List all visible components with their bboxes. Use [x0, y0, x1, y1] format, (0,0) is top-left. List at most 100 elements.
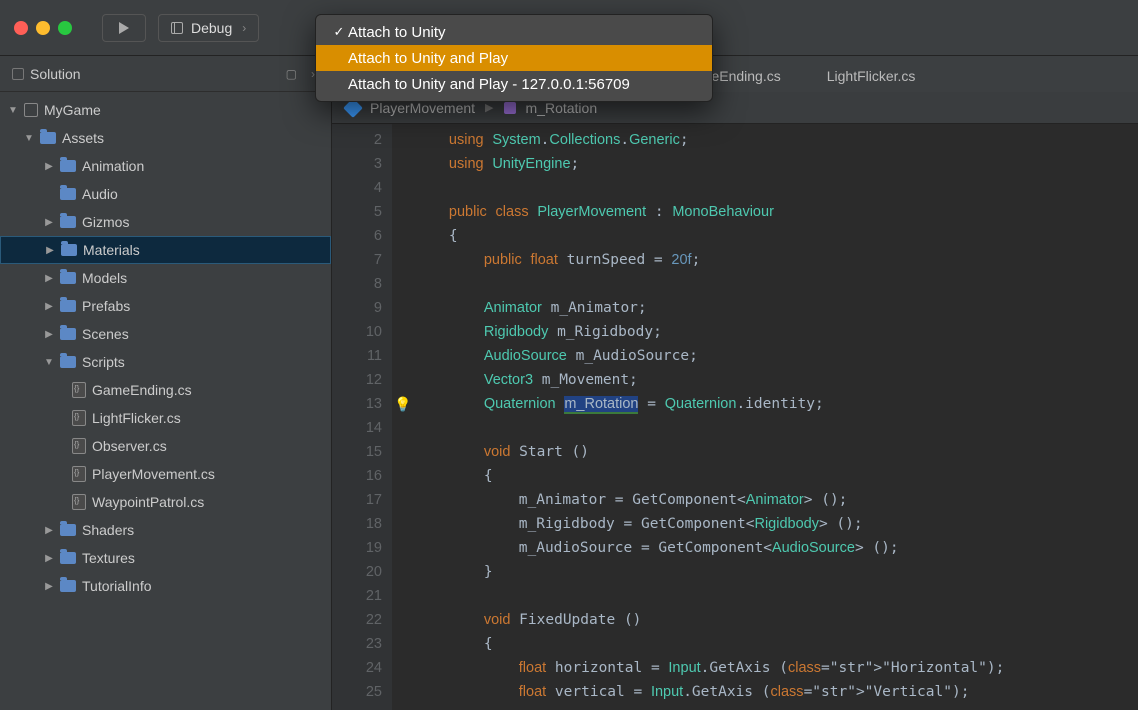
chevron-down-icon: ▼ [44, 357, 54, 368]
tree-folder-shaders[interactable]: ▶ Shaders [0, 516, 331, 544]
tab-label: LightFlicker.cs [827, 68, 916, 84]
chevron-down-icon: ▼ [8, 105, 18, 116]
tree-label: Materials [83, 242, 140, 258]
folder-icon [60, 188, 76, 200]
chevron-right-icon: ▶ [44, 273, 54, 284]
csharp-file-icon [72, 382, 86, 398]
tree-file-observer[interactable]: Observer.cs [0, 432, 331, 460]
tree-folder-assets[interactable]: ▼ Assets [0, 124, 331, 152]
code-editor[interactable]: 2345678910111213141516171819202122232425… [332, 124, 1138, 710]
tree-folder-scenes[interactable]: ▶ Scenes [0, 320, 331, 348]
csharp-file-icon [72, 494, 86, 510]
dropdown-item-attach-unity[interactable]: ✓ Attach to Unity [316, 19, 712, 45]
tree-label: Scenes [82, 326, 129, 342]
line-number-gutter: 2345678910111213141516171819202122232425 [332, 124, 392, 710]
run-button[interactable] [102, 14, 146, 42]
folder-icon [40, 132, 56, 144]
lightbulb-icon[interactable]: 💡 [394, 396, 411, 413]
tree-file-lightflicker[interactable]: LightFlicker.cs [0, 404, 331, 432]
editor-area: ameEnding.cs LightFlicker.cs PlayerMovem… [332, 56, 1138, 710]
chevron-right-icon: ▶ [44, 329, 54, 340]
chevron-right-icon: ▶ [485, 101, 493, 114]
tree-label: WaypointPatrol.cs [92, 494, 204, 510]
tab-lightflicker[interactable]: LightFlicker.cs [807, 60, 936, 92]
csharp-file-icon [72, 438, 86, 454]
tree-label: LightFlicker.cs [92, 410, 181, 426]
dropdown-item-label: Attach to Unity and Play - 127.0.0.1:567… [348, 76, 630, 93]
folder-icon [60, 300, 76, 312]
chevron-right-icon: ▶ [44, 553, 54, 564]
tree-label: GameEnding.cs [92, 382, 192, 398]
code-content[interactable]: using System.Collections.Generic; using … [414, 124, 1138, 710]
tree-folder-materials[interactable]: ▶ Materials [0, 236, 331, 264]
chevron-right-icon: ▶ [44, 161, 54, 172]
solution-title: Solution [30, 66, 81, 82]
minimize-window-button[interactable] [36, 21, 50, 35]
folder-icon [60, 524, 76, 536]
folder-icon [60, 328, 76, 340]
tree-folder-audio[interactable]: Audio [0, 180, 331, 208]
tree-label: Gizmos [82, 214, 129, 230]
tree-label: Audio [82, 186, 118, 202]
tree-folder-models[interactable]: ▶ Models [0, 264, 331, 292]
tree-label: Scripts [82, 354, 125, 370]
dropdown-item-attach-unity-play-ip[interactable]: Attach to Unity and Play - 127.0.0.1:567… [316, 71, 712, 97]
csharp-file-icon [72, 410, 86, 426]
tree-label: Assets [62, 130, 104, 146]
tree-folder-animation[interactable]: ▶ Animation [0, 152, 331, 180]
collapse-icon[interactable]: ▢ [282, 67, 301, 81]
tree-folder-prefabs[interactable]: ▶ Prefabs [0, 292, 331, 320]
tree-folder-gizmos[interactable]: ▶ Gizmos [0, 208, 331, 236]
tree-file-playermovement[interactable]: PlayerMovement.cs [0, 460, 331, 488]
chevron-right-icon: ▶ [44, 301, 54, 312]
chevron-right-icon: ▶ [45, 245, 55, 256]
tree-project[interactable]: ▼ MyGame [0, 96, 331, 124]
dropdown-item-label: Attach to Unity [348, 24, 446, 41]
run-config-selector[interactable]: Debug › [158, 14, 259, 42]
tree-label: TutorialInfo [82, 578, 152, 594]
solution-icon [12, 68, 24, 80]
field-icon [504, 102, 516, 114]
chevron-right-icon: ▶ [44, 217, 54, 228]
play-icon [119, 22, 129, 34]
check-icon: ✓ [330, 24, 348, 40]
chevron-right-icon: ▶ [44, 581, 54, 592]
tree-label: PlayerMovement.cs [92, 466, 215, 482]
chevron-right-icon: › [242, 21, 246, 35]
tree-folder-tutorialinfo[interactable]: ▶ TutorialInfo [0, 572, 331, 600]
window-controls [14, 21, 72, 35]
close-window-button[interactable] [14, 21, 28, 35]
tree-label: Shaders [82, 522, 134, 538]
folder-icon [61, 244, 77, 256]
tree-label: MyGame [44, 102, 101, 118]
csharp-file-icon [72, 466, 86, 482]
tree-folder-textures[interactable]: ▶ Textures [0, 544, 331, 572]
folder-icon [60, 272, 76, 284]
folder-icon [60, 160, 76, 172]
tree-label: Prefabs [82, 298, 130, 314]
config-icon [171, 22, 183, 34]
tree-label: Animation [82, 158, 144, 174]
tree-label: Models [82, 270, 127, 286]
folder-icon [60, 552, 76, 564]
glyph-margin: 💡 [392, 124, 414, 710]
dropdown-item-attach-unity-play[interactable]: Attach to Unity and Play [316, 45, 712, 71]
tree-file-gameending[interactable]: GameEnding.cs [0, 376, 331, 404]
folder-icon [60, 580, 76, 592]
tree-label: Observer.cs [92, 438, 167, 454]
solution-pane: Solution ▢ › ▼ MyGame ▼ Assets ▶ Animati… [0, 56, 332, 710]
folder-icon [60, 216, 76, 228]
maximize-window-button[interactable] [58, 21, 72, 35]
tree-file-waypointpatrol[interactable]: WaypointPatrol.cs [0, 488, 331, 516]
solution-header[interactable]: Solution ▢ › [0, 56, 331, 92]
run-config-dropdown[interactable]: ✓ Attach to Unity Attach to Unity and Pl… [315, 14, 713, 102]
chevron-down-icon: ▼ [24, 133, 34, 144]
folder-icon [60, 356, 76, 368]
tree-folder-scripts[interactable]: ▼ Scripts [0, 348, 331, 376]
chevron-right-icon: ▶ [44, 525, 54, 536]
dropdown-item-label: Attach to Unity and Play [348, 50, 508, 67]
project-icon [24, 103, 38, 117]
tree-label: Textures [82, 550, 135, 566]
solution-tree[interactable]: ▼ MyGame ▼ Assets ▶ Animation Audio ▶ [0, 92, 331, 710]
run-config-label: Debug [191, 20, 232, 36]
